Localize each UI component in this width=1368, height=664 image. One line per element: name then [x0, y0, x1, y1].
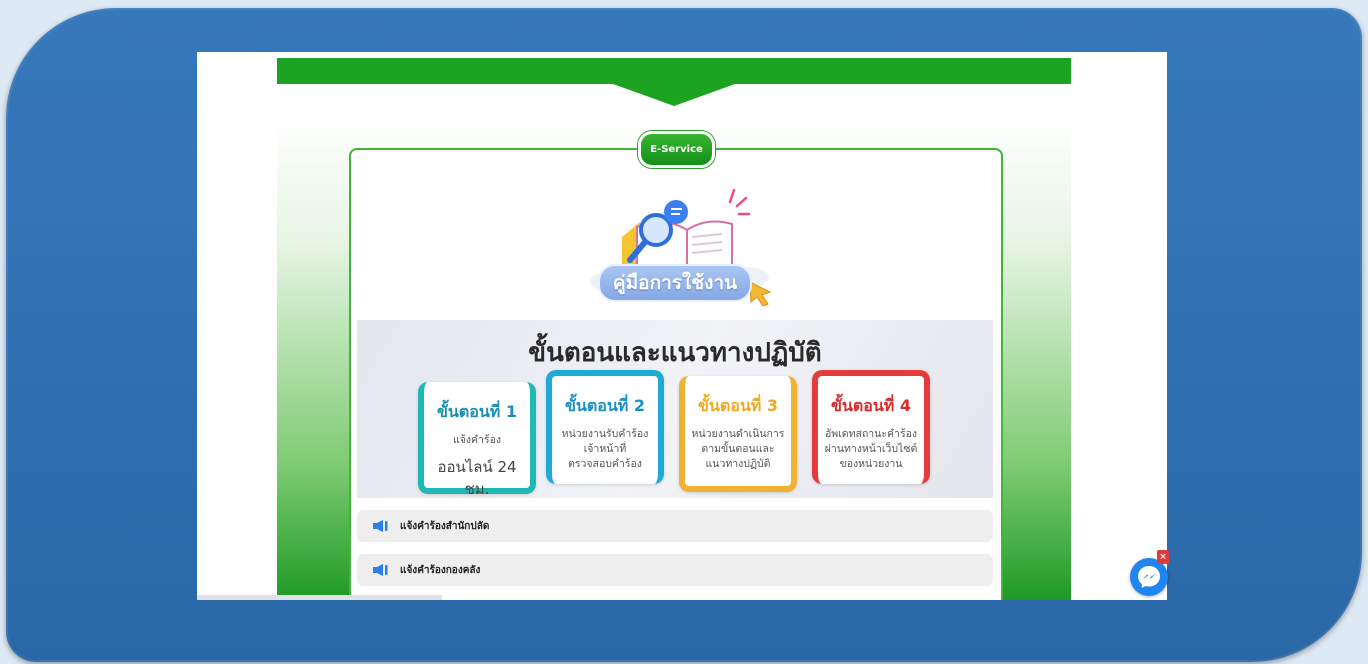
step-4-line-1: อัพเดทสถานะคำร้อง	[824, 428, 918, 440]
steps-banner: ขั้นตอนและแนวทางปฏิบัติ ขั้นตอนที่ 1 แจ้…	[357, 320, 993, 498]
eservice-badge[interactable]: E-Service	[638, 131, 715, 168]
step-1-line-2: ออนไลน์ 24 ชม.	[437, 458, 517, 498]
megaphone-icon	[372, 519, 390, 533]
megaphone-icon	[372, 563, 390, 577]
steps-title: ขั้นตอนและแนวทางปฏิบัติ	[528, 338, 822, 368]
messenger-icon	[1138, 566, 1160, 588]
step-2-card: ขั้นตอนที่ 2 หน่วยงานรับคำร้อง เจ้าหน้าท…	[546, 370, 664, 484]
link-label: แจ้งคำร้องกองคลัง	[400, 564, 481, 576]
user-manual-label: คู่มือการใช้งาน	[598, 264, 752, 302]
step-4-card: ขั้นตอนที่ 4 อัพเดทสถานะคำร้อง ผ่านทางหน…	[812, 370, 930, 484]
user-manual-banner[interactable]: คู่มือการใช้งาน	[582, 182, 782, 307]
step-1-line-1: แจ้งคำร้อง	[452, 434, 502, 446]
step-4-line-3: ของหน่วยงาน	[839, 458, 903, 470]
step-3-card: ขั้นตอนที่ 3 หน่วยงานดำเนินการ ตามขั้นตอ…	[679, 376, 797, 492]
step-1-title: ขั้นตอนที่ 1	[436, 402, 518, 421]
link-label: แจ้งคำร้องสำนักปลัด	[400, 520, 490, 532]
step-3-line-1: หน่วยงานดำเนินการ	[691, 428, 785, 440]
header-chevron	[613, 84, 735, 106]
step-3-line-3: แนวทางปฏิบัติ	[705, 458, 771, 470]
step-2-title: ขั้นตอนที่ 2	[564, 396, 646, 415]
step-4-line-2: ผ่านทางหน้าเว็บไซต์	[824, 443, 918, 455]
step-3-title: ขั้นตอนที่ 3	[697, 396, 779, 415]
link-finance-division[interactable]: แจ้งคำร้องกองคลัง	[357, 554, 993, 586]
close-icon[interactable]: ×	[1157, 550, 1169, 564]
step-2-line-3: ตรวจสอบคำร้อง	[568, 458, 642, 470]
step-2-line-1: หน่วยงานรับคำร้อง	[561, 428, 649, 440]
browser-screenshot: E-Service คู่มือการใช้งาน ขั้นตอนและแนวท…	[197, 52, 1167, 600]
link-office-of-the-permanent-secretary[interactable]: แจ้งคำร้องสำนักปลัด	[357, 510, 993, 542]
step-1-card: ขั้นตอนที่ 1 แจ้งคำร้อง ออนไลน์ 24 ชม.	[418, 382, 536, 498]
step-4-title: ขั้นตอนที่ 4	[830, 396, 912, 415]
step-3-line-2: ตามขั้นตอนและ	[701, 443, 775, 455]
green-header-bar	[277, 58, 1071, 84]
step-2-line-2: เจ้าหน้าที่	[583, 443, 627, 455]
browser-status-bar	[197, 595, 442, 600]
